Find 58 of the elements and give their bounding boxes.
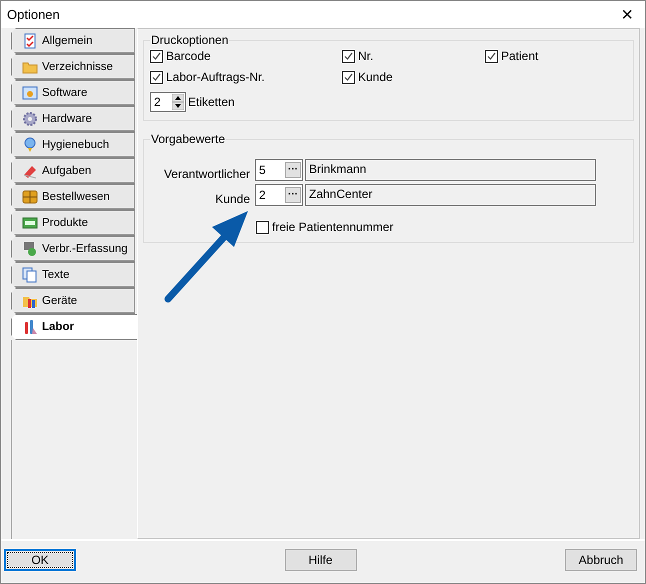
checkbox-label: Barcode [166, 49, 211, 63]
checkbox-label: Kunde [358, 70, 393, 84]
checkbox-box[interactable] [342, 70, 355, 84]
checkbox-box[interactable] [256, 220, 269, 234]
tab-icon [22, 85, 38, 101]
checkbox[interactable]: freie Patientennummer [256, 220, 627, 234]
tab-icon [22, 319, 38, 335]
sidebar-tab[interactable]: Texte [11, 262, 135, 288]
field-label: Verantwortlicher [162, 166, 251, 181]
checkbox-label: Nr. [358, 49, 374, 63]
tab-icon [22, 241, 38, 257]
sidebar-tab[interactable]: Hardware [11, 106, 135, 132]
close-button[interactable]: × [617, 4, 637, 24]
checkbox[interactable]: Patient [485, 49, 627, 63]
checkbox-label: Labor-Auftrags-Nr. [166, 70, 265, 84]
checkbox[interactable]: Barcode [150, 49, 342, 63]
dialog-button[interactable]: OK [4, 549, 76, 571]
checkbox[interactable]: Nr. [342, 49, 485, 63]
checkbox-box[interactable] [342, 50, 355, 62]
window-title: Optionen [7, 7, 60, 22]
browse-button[interactable]: ··· [285, 187, 301, 203]
sidebar-tab[interactable]: Verbr.-Erfassung [11, 236, 135, 262]
name-field: ZahnCenter [305, 184, 596, 206]
group-title: Druckoptionen [150, 33, 230, 47]
browse-button[interactable]: ··· [285, 162, 301, 178]
sidebar-tab[interactable]: Geräte [11, 288, 135, 314]
dialog-button[interactable]: Abbruch [565, 549, 637, 571]
tab-icon [22, 33, 38, 49]
tab-icon [22, 215, 38, 231]
sidebar-tab[interactable]: Labor [11, 314, 137, 340]
sidebar-tab[interactable]: Aufgaben [11, 158, 135, 184]
sidebar-tab[interactable]: Produkte [11, 210, 135, 236]
sidebar-tab[interactable]: Software [11, 80, 135, 106]
spin-arrows-icon[interactable] [172, 94, 184, 110]
checkbox-box[interactable] [485, 50, 498, 62]
dialog-button[interactable]: Hilfe [284, 549, 356, 571]
tab-icon [22, 163, 38, 179]
tab-icon [22, 267, 38, 283]
checkbox[interactable]: Labor-Auftrags-Nr. [150, 70, 342, 84]
number-field[interactable]: 2 ··· [255, 184, 303, 206]
checkbox[interactable]: Kunde [342, 70, 485, 84]
tab-icon [22, 111, 38, 127]
checkbox-label: freie Patientennummer [272, 220, 394, 234]
checkbox-label: Patient [501, 49, 538, 63]
sidebar-tab[interactable]: Verzeichnisse [11, 54, 135, 80]
number-field[interactable]: 5 ··· [255, 159, 303, 181]
group-title: Vorgabewerte [150, 132, 226, 146]
name-field: Brinkmann [305, 159, 596, 181]
spin-field[interactable]: 2 [150, 92, 186, 112]
sidebar-tab[interactable]: Bestellwesen [11, 184, 135, 210]
spin-label: Etiketten [188, 95, 235, 109]
tab-icon [22, 189, 38, 205]
checkbox-box[interactable] [150, 70, 163, 84]
checkbox-box[interactable] [150, 50, 163, 62]
field-label: Kunde [214, 191, 251, 206]
sidebar-tab[interactable]: Allgemein [11, 28, 135, 54]
sidebar-tab[interactable]: Hygienebuch [11, 132, 135, 158]
tab-icon [22, 137, 38, 153]
